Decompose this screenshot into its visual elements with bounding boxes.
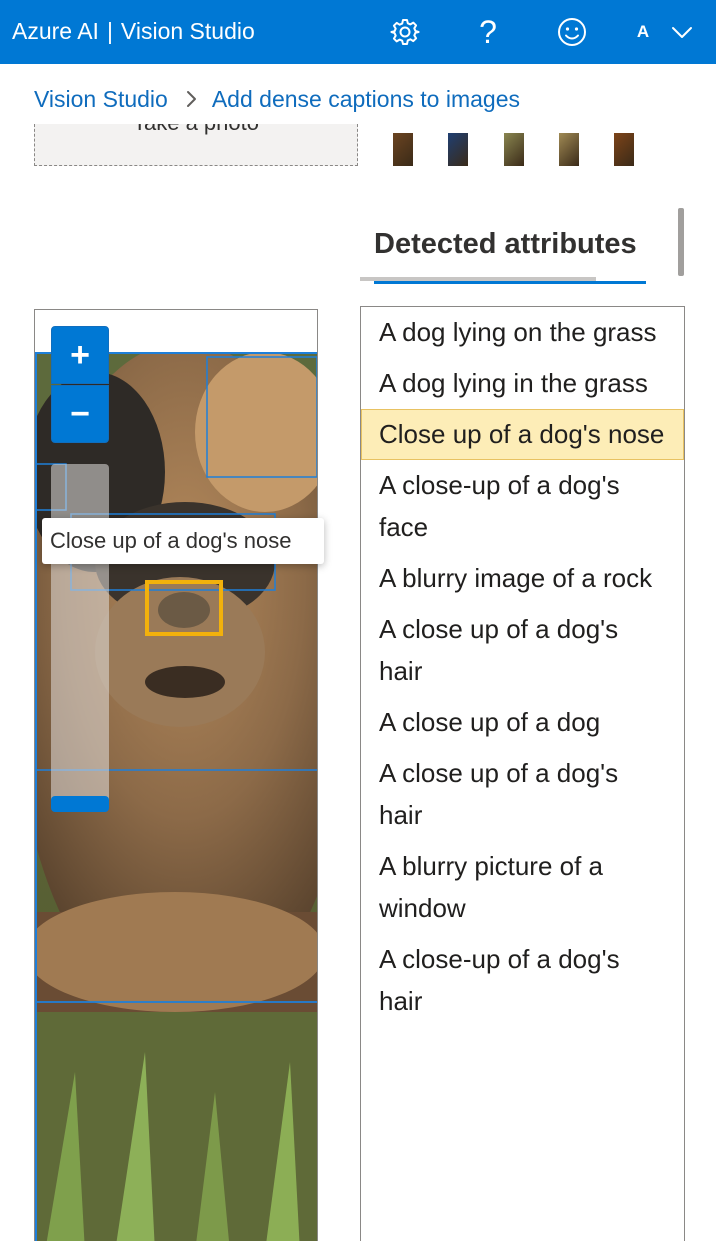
caption-list[interactable]: A dog lying on the grass A dog lying in … <box>360 306 685 1241</box>
app-title[interactable]: Azure AI | Vision Studio <box>12 16 255 46</box>
active-tab-indicator <box>374 281 646 284</box>
region-tooltip: Close up of a dog's nose <box>42 518 324 564</box>
sample-thumbnail[interactable] <box>504 133 524 166</box>
help-icon: ? <box>479 14 497 50</box>
gear-icon <box>390 19 420 45</box>
user-initial: A <box>636 22 650 41</box>
top-bar: Azure AI | Vision Studio ? A <box>0 0 716 64</box>
smiley-icon <box>558 18 586 46</box>
caption-item[interactable]: A dog lying on the grass <box>361 307 684 358</box>
sample-thumbnail[interactable] <box>448 133 468 166</box>
take-photo-label: Take a photo <box>35 124 357 136</box>
tab-scrollbar[interactable] <box>678 208 684 276</box>
brand-primary: Azure AI <box>12 18 99 44</box>
sample-thumbnail[interactable] <box>393 133 413 166</box>
breadcrumb-home[interactable]: Vision Studio <box>34 84 168 114</box>
caption-item[interactable]: A close-up of a dog's hair <box>361 934 684 1027</box>
zoom-in-button[interactable]: + <box>51 326 109 384</box>
take-photo-button[interactable]: Take a photo <box>34 124 358 166</box>
zoom-out-button[interactable]: − <box>51 385 109 443</box>
help-button[interactable]: ? <box>468 12 508 52</box>
caption-item[interactable]: A close up of a dog's hair <box>361 748 684 841</box>
breadcrumb-current[interactable]: Add dense captions to images <box>212 84 520 114</box>
caption-item[interactable]: A close-up of a dog's face <box>361 460 684 553</box>
caption-item[interactable]: A close up of a dog's hair <box>361 604 684 697</box>
user-avatar[interactable]: A <box>623 12 663 52</box>
breadcrumb: Vision Studio Add dense captions to imag… <box>34 84 520 114</box>
caption-item[interactable]: A blurry image of a rock <box>361 553 684 604</box>
caption-item[interactable]: A close up of a dog <box>361 697 684 748</box>
chevron-right-icon <box>184 90 198 108</box>
brand-separator: | <box>106 18 113 44</box>
brand-secondary: Vision Studio <box>120 18 255 44</box>
feedback-button[interactable] <box>552 12 592 52</box>
user-menu-button[interactable] <box>662 12 702 52</box>
caption-item[interactable]: A dog lying in the grass <box>361 358 684 409</box>
caption-item-selected[interactable]: Close up of a dog's nose <box>361 409 684 460</box>
image-viewer[interactable]: + − <box>34 309 318 1241</box>
zoom-slider-thumb[interactable] <box>51 796 109 812</box>
settings-button[interactable] <box>385 12 425 52</box>
zoom-slider[interactable] <box>51 464 109 804</box>
tab-detected-attributes[interactable]: Detected attributes <box>374 228 637 261</box>
caption-item[interactable]: A blurry picture of a window <box>361 841 684 934</box>
chevron-down-icon <box>672 27 692 38</box>
sample-thumbnail[interactable] <box>559 133 579 166</box>
sample-thumbnail[interactable] <box>614 133 634 166</box>
